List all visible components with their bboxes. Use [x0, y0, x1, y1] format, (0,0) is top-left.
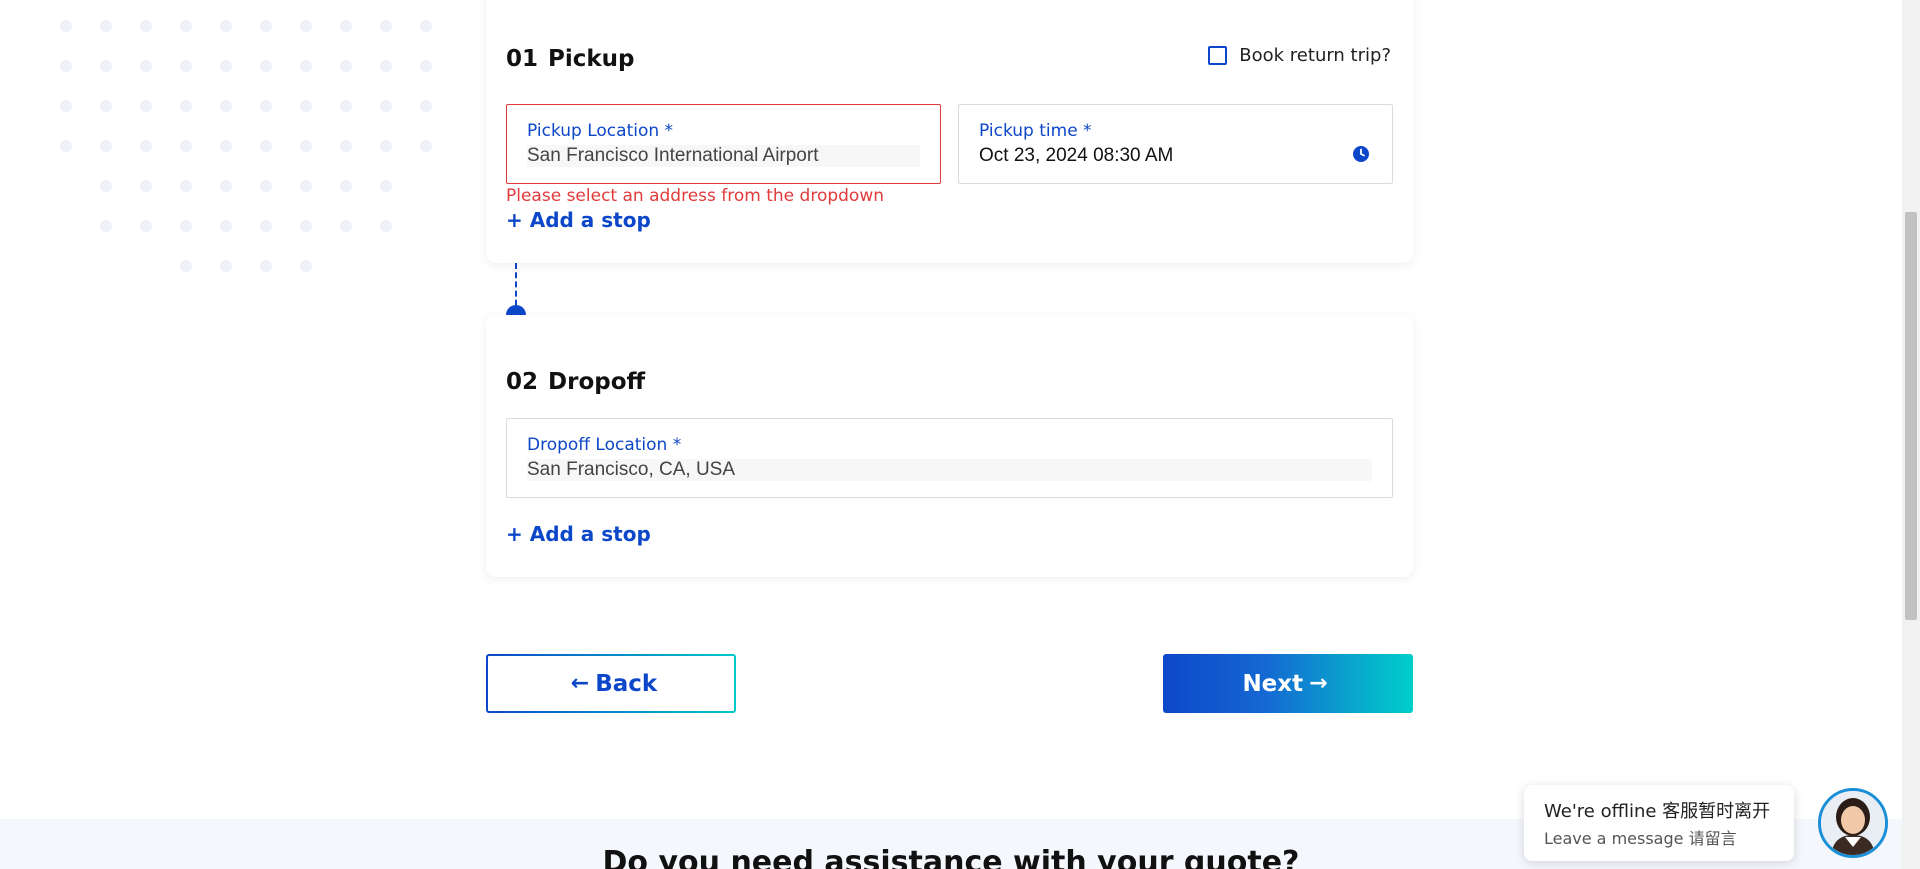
decorative-dot-pattern: [60, 20, 460, 280]
decorative-dot: [220, 20, 232, 32]
decorative-dot: [380, 180, 392, 192]
decorative-dot: [60, 20, 72, 32]
back-button-label: Back: [595, 670, 658, 697]
return-trip-toggle[interactable]: Book return trip?: [1208, 45, 1391, 66]
decorative-dot: [380, 220, 392, 232]
pickup-time-input[interactable]: Oct 23, 2024 08:30 AM: [979, 145, 1372, 167]
decorative-dot: [300, 220, 312, 232]
decorative-dot: [180, 20, 192, 32]
decorative-dot: [220, 180, 232, 192]
pickup-step-title: 01 Pickup: [506, 46, 635, 72]
decorative-dot: [100, 100, 112, 112]
chat-agent-avatar[interactable]: [1818, 788, 1888, 858]
decorative-dot: [300, 260, 312, 272]
decorative-dot: [300, 60, 312, 72]
clock-icon[interactable]: [1352, 145, 1370, 163]
decorative-dot: [260, 100, 272, 112]
decorative-dot: [260, 20, 272, 32]
page-scrollbar[interactable]: [1902, 0, 1920, 869]
pickup-time-label: Pickup time *: [979, 121, 1092, 141]
dropoff-step-number: 02: [506, 369, 539, 395]
decorative-dot: [180, 60, 192, 72]
decorative-dot: [340, 180, 352, 192]
decorative-dot: [420, 20, 432, 32]
decorative-dot: [140, 20, 152, 32]
decorative-dot: [140, 180, 152, 192]
decorative-dot: [260, 180, 272, 192]
decorative-dot: [380, 20, 392, 32]
decorative-dot: [100, 20, 112, 32]
decorative-dot: [380, 60, 392, 72]
decorative-dot: [300, 140, 312, 152]
chat-status-text: We're offline 客服暂时离开: [1544, 801, 1771, 822]
scrollbar-thumb[interactable]: [1905, 212, 1917, 620]
decorative-dot: [260, 140, 272, 152]
next-button[interactable]: Next →: [1163, 654, 1413, 713]
decorative-dot: [60, 60, 72, 72]
decorative-dot: [340, 140, 352, 152]
decorative-dot: [260, 60, 272, 72]
decorative-dot: [180, 140, 192, 152]
decorative-dot: [140, 60, 152, 72]
pickup-time-field[interactable]: Pickup time * Oct 23, 2024 08:30 AM: [958, 104, 1393, 184]
back-button[interactable]: ← Back: [486, 654, 736, 713]
chat-message-text: Leave a message 请留言: [1544, 829, 1737, 848]
decorative-dot: [380, 140, 392, 152]
decorative-dot: [260, 220, 272, 232]
decorative-dot: [220, 60, 232, 72]
decorative-dot: [100, 60, 112, 72]
return-trip-checkbox[interactable]: [1208, 46, 1228, 65]
decorative-dot: [220, 260, 232, 272]
decorative-dot: [340, 60, 352, 72]
decorative-dot: [260, 260, 272, 272]
decorative-dot: [180, 180, 192, 192]
decorative-dot: [420, 140, 432, 152]
decorative-dot: [340, 220, 352, 232]
decorative-dot: [140, 220, 152, 232]
decorative-dot: [300, 20, 312, 32]
decorative-dot: [220, 140, 232, 152]
decorative-dot: [220, 100, 232, 112]
agent-avatar-icon: [1821, 791, 1885, 855]
decorative-dot: [420, 100, 432, 112]
decorative-dot: [420, 60, 432, 72]
return-trip-label: Book return trip?: [1239, 45, 1391, 66]
chat-bubble[interactable]: We're offline 客服暂时离开 Leave a message 请留言: [1524, 785, 1794, 861]
dropoff-step-label: Dropoff: [548, 369, 646, 395]
decorative-dot: [100, 140, 112, 152]
pickup-card: 01 Pickup Book return trip? Pickup Locati…: [486, 0, 1413, 263]
decorative-dot: [340, 20, 352, 32]
decorative-dot: [300, 100, 312, 112]
pickup-step-number: 01: [506, 46, 539, 72]
dropoff-location-label: Dropoff Location *: [527, 435, 682, 455]
decorative-dot: [220, 220, 232, 232]
dropoff-card: 02 Dropoff Dropoff Location * San Francis…: [486, 315, 1413, 577]
arrow-left-icon: ←: [570, 671, 590, 696]
next-button-label: Next: [1242, 670, 1304, 697]
dropoff-step-title: 02 Dropoff: [506, 369, 645, 395]
dropoff-add-stop-link[interactable]: + Add a stop: [506, 522, 651, 546]
decorative-dot: [140, 100, 152, 112]
decorative-dot: [340, 100, 352, 112]
decorative-dot: [180, 220, 192, 232]
pickup-location-error: Please select an address from the dropdo…: [506, 186, 885, 206]
decorative-dot: [180, 260, 192, 272]
pickup-location-field[interactable]: Pickup Location * San Francisco Internat…: [506, 104, 941, 184]
dropoff-location-field[interactable]: Dropoff Location * San Francisco, CA, US…: [506, 418, 1393, 498]
decorative-dot: [100, 180, 112, 192]
dropoff-location-input[interactable]: San Francisco, CA, USA: [527, 459, 1372, 481]
arrow-right-icon: →: [1309, 671, 1328, 696]
decorative-dot: [380, 100, 392, 112]
decorative-dot: [300, 180, 312, 192]
decorative-dot: [60, 100, 72, 112]
decorative-dot: [100, 220, 112, 232]
decorative-dot: [60, 140, 72, 152]
decorative-dot: [140, 140, 152, 152]
pickup-location-input[interactable]: San Francisco International Airport: [527, 145, 920, 167]
pickup-location-label: Pickup Location *: [527, 121, 674, 141]
decorative-dot: [180, 100, 192, 112]
pickup-step-label: Pickup: [548, 46, 635, 72]
pickup-add-stop-link[interactable]: + Add a stop: [506, 208, 651, 232]
